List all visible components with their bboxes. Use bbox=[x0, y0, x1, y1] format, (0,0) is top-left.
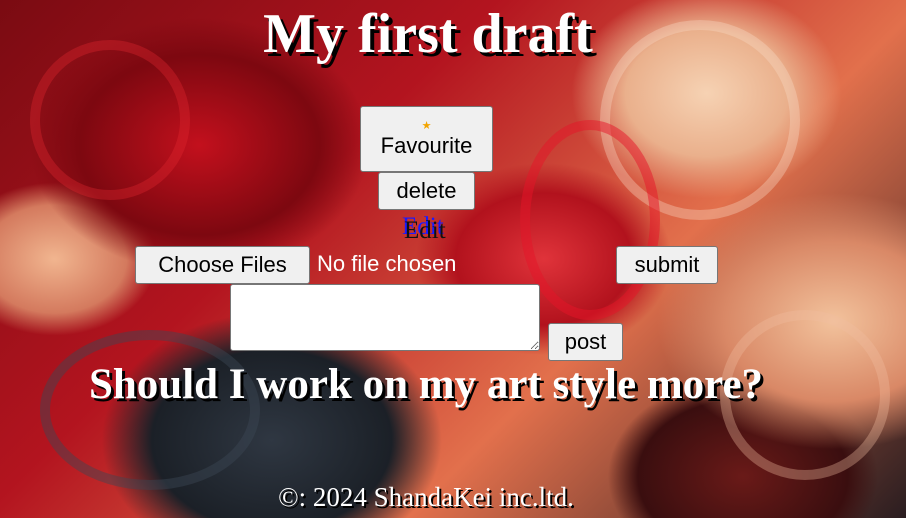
favourite-button[interactable]: ★ Favourite bbox=[360, 106, 493, 172]
post-question: Should I work on my art style more? bbox=[88, 361, 764, 408]
submit-button[interactable]: submit bbox=[616, 246, 718, 284]
star-icon: ★ bbox=[421, 119, 432, 132]
file-status-text: No file chosen bbox=[317, 251, 457, 276]
post-button[interactable]: post bbox=[548, 323, 623, 361]
background-swirl bbox=[520, 120, 660, 320]
edit-control: Edit Edit bbox=[400, 213, 460, 247]
delete-button[interactable]: delete bbox=[378, 172, 475, 210]
edit-label: Edit bbox=[404, 217, 446, 244]
choose-files-button[interactable]: Choose Files bbox=[135, 246, 310, 284]
favourite-button-label: Favourite bbox=[380, 132, 473, 158]
background-swirl bbox=[40, 330, 260, 490]
page: { "post": { "title": "My first draft", "… bbox=[0, 0, 906, 518]
comment-textarea[interactable] bbox=[230, 284, 540, 351]
page-title: My first draft bbox=[263, 3, 593, 65]
footer-copyright: ©: 2024 ShandaKei inc.ltd. bbox=[278, 482, 574, 512]
